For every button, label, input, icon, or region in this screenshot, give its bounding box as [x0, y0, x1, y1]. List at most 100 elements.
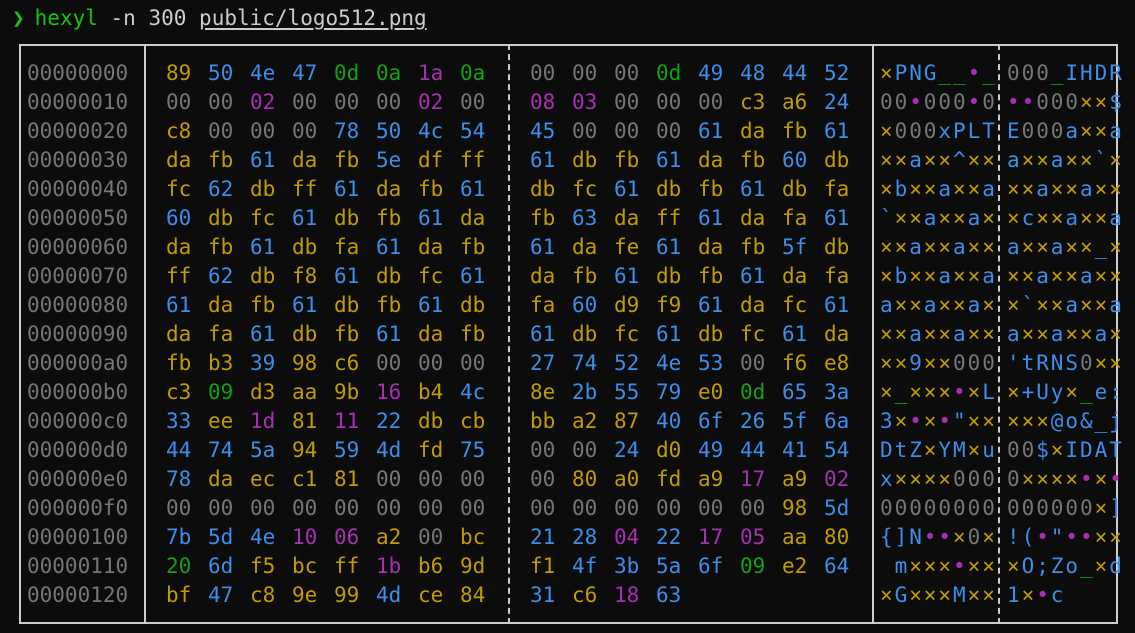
ascii-char: ×: [923, 351, 937, 375]
hex-byte: 3b: [614, 554, 640, 578]
hex-byte: 00: [460, 496, 486, 520]
ascii-char: ×: [967, 177, 981, 201]
hex-byte: 00: [530, 496, 556, 520]
ascii-char: a: [1036, 264, 1049, 288]
hex-byte: 04: [614, 525, 640, 549]
hex-byte: 00: [418, 525, 444, 549]
hex-byte: 02: [824, 467, 850, 491]
hex-byte: 0d: [740, 380, 766, 404]
ascii-char: A: [1094, 438, 1108, 462]
ascii-char: ×: [1065, 264, 1079, 288]
ascii-char: ×: [1109, 177, 1122, 201]
row-offset: 00000110: [27, 554, 129, 578]
ascii-char: +: [1021, 380, 1035, 404]
hex-byte: 45: [530, 119, 556, 143]
ascii-char: ×: [909, 380, 922, 404]
ascii-char: `: [880, 206, 893, 230]
ascii-char: D: [880, 438, 893, 462]
hex-byte: 00: [166, 496, 192, 520]
hex-byte: 40: [656, 409, 682, 433]
hex-byte: f9: [656, 293, 682, 317]
row-offset: 00000080: [27, 293, 129, 317]
ascii-char: I: [1065, 61, 1079, 85]
hex-byte: c3: [166, 380, 192, 404]
ascii-char: ×: [967, 438, 981, 462]
command-name: hexyl: [34, 6, 98, 30]
ascii-char: 3: [880, 409, 893, 433]
hex-byte: fb: [376, 293, 402, 317]
hex-byte: 11: [334, 409, 360, 433]
hex-byte: 61: [740, 264, 766, 288]
ascii-char: ×: [953, 293, 966, 317]
hex-byte: da: [208, 293, 234, 317]
command-file-path[interactable]: public/logo512.png: [199, 6, 427, 30]
hex-byte: 21: [530, 525, 556, 549]
ascii-char: 0: [967, 467, 981, 491]
hex-byte: 00: [208, 496, 234, 520]
ascii-char: L: [967, 119, 981, 143]
ascii-char: 0: [1080, 496, 1093, 520]
ascii-char: {: [880, 525, 893, 549]
ascii-char: ×: [1080, 119, 1093, 143]
ascii-char: a: [1050, 148, 1064, 172]
ascii-char: a: [982, 264, 995, 288]
ascii-char: 0: [894, 496, 908, 520]
hex-byte: da: [418, 235, 444, 259]
hex-byte: 00: [418, 467, 444, 491]
hex-byte: 6a: [824, 409, 850, 433]
ascii-char: ×: [953, 525, 966, 549]
hex-byte: 00: [334, 496, 360, 520]
hex-byte: bc: [292, 554, 318, 578]
row-offset: 00000030: [27, 148, 129, 172]
ascii-char: a: [880, 293, 893, 317]
hex-byte: e0: [698, 380, 724, 404]
hex-byte: 22: [656, 525, 682, 549]
ascii-char: •: [1065, 525, 1079, 549]
ascii-char: ×: [982, 409, 995, 433]
ascii-char: E: [1007, 119, 1020, 143]
hex-byte: 5f: [782, 409, 808, 433]
hex-byte: db: [572, 148, 598, 172]
hex-byte: 00: [656, 496, 682, 520]
hex-byte: 00: [614, 496, 640, 520]
ascii-char: •: [909, 90, 922, 114]
ascii-char: 0: [923, 90, 937, 114]
hex-byte: 09: [208, 380, 234, 404]
hex-byte: fc: [782, 293, 808, 317]
hex-byte: 62: [208, 177, 234, 201]
ascii-char: ×: [1094, 119, 1108, 143]
ascii-char: 0: [909, 496, 922, 520]
ascii-char: _: [1094, 409, 1108, 433]
ascii-char: !: [1007, 525, 1020, 549]
ascii-char: ×: [1109, 322, 1122, 346]
ascii-char: ": [953, 409, 966, 433]
hex-byte: 00: [614, 119, 640, 143]
ascii-char: ×: [967, 380, 981, 404]
ascii-char: ×: [938, 467, 952, 491]
hex-byte: 55: [614, 380, 640, 404]
ascii-char: ×: [1094, 554, 1108, 578]
ascii-char: ×: [909, 554, 922, 578]
hex-byte: 1a: [418, 61, 444, 85]
hex-byte: 9d: [460, 554, 486, 578]
hex-byte: ec: [250, 467, 276, 491]
hex-byte: 00: [614, 90, 640, 114]
ascii-char: _: [1080, 380, 1093, 404]
ascii-char: a: [1065, 206, 1079, 230]
hex-byte: 49: [698, 61, 724, 85]
ascii-char: ×: [1094, 496, 1108, 520]
ascii-char: 0: [938, 496, 952, 520]
ascii-char: •: [1080, 525, 1093, 549]
hex-byte: b6: [418, 554, 444, 578]
hex-byte: 20: [166, 554, 192, 578]
ascii-char: G: [894, 583, 908, 607]
hex-byte: ee: [208, 409, 234, 433]
ascii-char: ×: [1007, 380, 1020, 404]
hex-byte: 63: [656, 583, 682, 607]
hex-byte: 00: [530, 467, 556, 491]
hex-byte: fd: [656, 467, 682, 491]
hex-byte: ff: [292, 177, 318, 201]
ascii-char: ×: [938, 322, 952, 346]
hex-byte: 61: [824, 293, 850, 317]
ascii-char: b: [894, 177, 908, 201]
